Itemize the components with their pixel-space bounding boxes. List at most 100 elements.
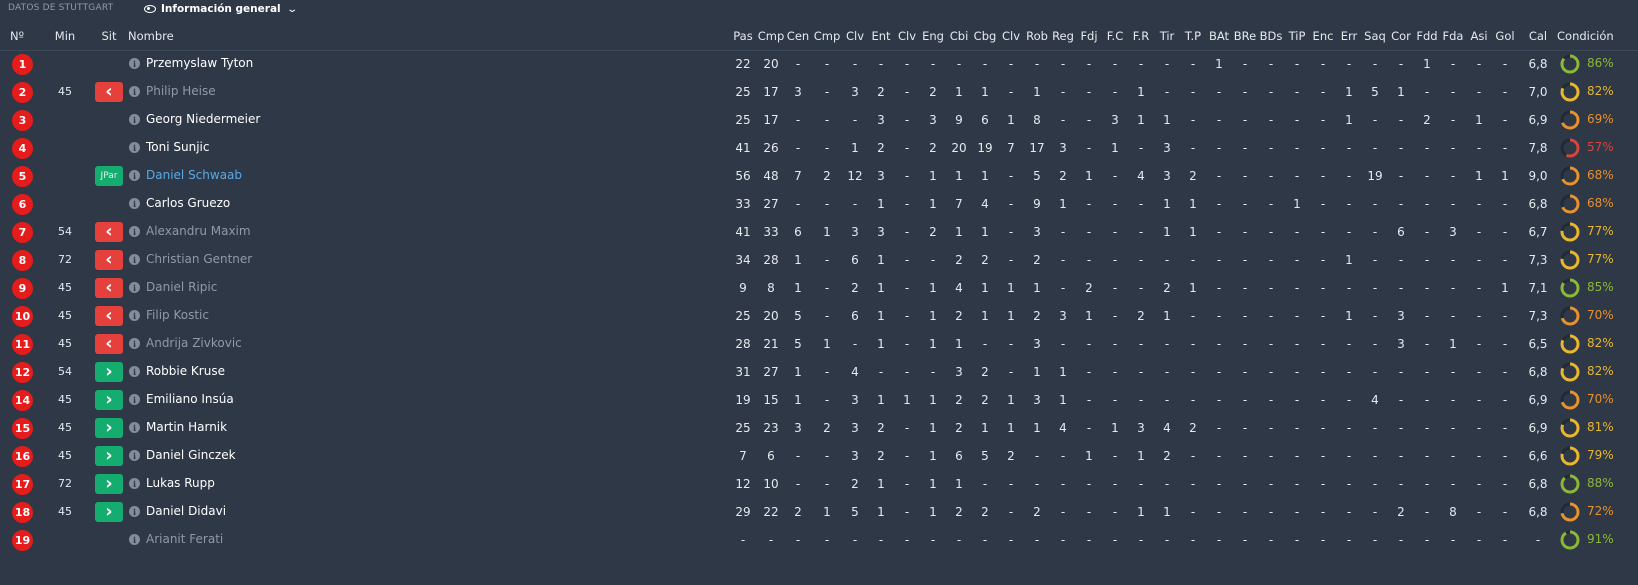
player-name[interactable]: Daniel Schwaab (146, 168, 242, 182)
column-header-stat[interactable]: BRe (1234, 29, 1256, 43)
column-header-stat[interactable]: Clv (898, 29, 916, 43)
table-row[interactable]: 4 i Toni Sunjic 41 26 - - 1 2 - 2 20 19 7 17 3 - 1 - 3 - - - - -… (0, 134, 1638, 162)
player-name[interactable]: Andrija Zivkovic (146, 336, 242, 350)
column-header-stat[interactable]: Fda (1443, 29, 1464, 43)
table-row[interactable]: 8 72 ‹ i Christian Gentner 34 28 1 - 6 1 - - 2 2 - 2 - - - -… (0, 246, 1638, 274)
table-row[interactable]: 6 i Carlos Gruezo 33 27 - - - 1 - 1 7 4 - 9 1 - - - 1 1 - - - 1 -… (0, 190, 1638, 218)
column-header-stat[interactable]: Tir (1160, 29, 1175, 43)
condition-percent: 82% (1587, 364, 1614, 378)
info-icon[interactable]: i (129, 450, 140, 461)
column-header-condition[interactable]: Condición (1557, 29, 1614, 43)
info-icon[interactable]: i (129, 366, 140, 377)
column-header-stat[interactable]: Cor (1391, 29, 1411, 43)
table-row[interactable]: 3 i Georg Niedermeier 25 17 - - - 3 - 3 9 6 1 8 - - 3 1 1 - -… (0, 106, 1638, 134)
condition-ring-icon (1560, 278, 1580, 298)
column-header-stat[interactable]: Fdj (1080, 29, 1097, 43)
table-row[interactable]: 17 72 › i Lukas Rupp 12 10 - - 2 1 - 1 1 - - - - - - - - - - - - -… (0, 470, 1638, 498)
player-name[interactable]: Daniel Ripic (146, 280, 217, 294)
info-icon[interactable]: i (129, 282, 140, 293)
column-header-stat[interactable]: BDs (1260, 29, 1283, 43)
player-name[interactable]: Georg Niedermeier (146, 112, 260, 126)
player-name[interactable]: Christian Gentner (146, 252, 252, 266)
table-row[interactable]: 15 45 › i Martin Harnik 25 23 3 2 3 2-1 2 1 1 1 4-1 3 4 2-… (0, 414, 1638, 442)
info-icon[interactable]: i (129, 142, 140, 153)
table-row[interactable]: 9 45 ‹ i Daniel Ripic 9 8 1 - 2 1 - 1 4 1 1 1 - 2 - - 2 1 - - - - -… (0, 274, 1638, 302)
table-row[interactable]: 12 54 › i Robbie Kruse 31 27 1 - 4 - - - 3 2 - 1 1 - - - - - - -… (0, 358, 1638, 386)
info-icon[interactable]: i (129, 394, 140, 405)
column-header-stat[interactable]: Pas (733, 29, 752, 43)
column-header-stat[interactable]: T.P (1185, 29, 1201, 43)
column-header-stat[interactable]: Cmp (758, 29, 785, 43)
table-row[interactable]: 16 45 › i Daniel Ginczek 7 6- -3 2-1 6 5 2- -1-1 2- - -… (0, 442, 1638, 470)
player-name[interactable]: Przemyslaw Tyton (146, 56, 253, 70)
table-row[interactable]: 10 45 ‹ i Filip Kostic 25 20 5 - 6 1 - 1 2 1 1 2 3 1 - 2 1 - - -… (0, 302, 1638, 330)
player-name[interactable]: Robbie Kruse (146, 364, 225, 378)
info-icon[interactable]: i (129, 198, 140, 209)
info-icon[interactable]: i (129, 170, 140, 181)
stat-cell: - (1242, 253, 1248, 267)
column-header-stat[interactable]: Cen (787, 29, 809, 43)
column-header-stat[interactable]: Err (1341, 29, 1358, 43)
column-header-name[interactable]: Nombre (128, 29, 174, 43)
info-icon[interactable]: i (129, 338, 140, 349)
table-row[interactable]: 2 45 ‹ i Philip Heise 25 17 3 - 3 2 - 2 1 1 - 1 - - - 1 - - - - -… (0, 78, 1638, 106)
table-row[interactable]: 19 i Arianit Ferati - - - - - - - - - - - - - - - - - - - - - - -… (0, 526, 1638, 554)
table-row[interactable]: 1 i Przemyslaw Tyton 22 20 - - - - - - - - - - - - - - - - 1 -… (0, 50, 1638, 78)
info-icon[interactable]: i (129, 534, 140, 545)
table-row[interactable]: 18 45 › i Daniel Didavi 29 22 2 1 5 1-1 2 2-2- - -1 1- -… (0, 498, 1638, 526)
stat-cell: - (1476, 477, 1482, 491)
column-header-stat[interactable]: Reg (1052, 29, 1074, 43)
stat-cell: 2 (955, 393, 963, 407)
info-icon[interactable]: i (129, 86, 140, 97)
column-header-stat[interactable]: Fdd (1416, 29, 1437, 43)
squad-number-badge: 8 (12, 250, 33, 271)
player-name[interactable]: Philip Heise (146, 84, 216, 98)
column-header-stat[interactable]: Saq (1364, 29, 1386, 43)
column-header-stat[interactable]: BAt (1209, 29, 1229, 43)
info-icon[interactable]: i (129, 506, 140, 517)
info-icon[interactable]: i (129, 478, 140, 489)
stat-cell: - (1164, 85, 1170, 99)
column-header-stat[interactable]: Cbg (974, 29, 997, 43)
player-name[interactable]: Martin Harnik (146, 420, 227, 434)
column-header-stat[interactable]: Ent (871, 29, 890, 43)
column-header-stat[interactable]: Cmp (814, 29, 841, 43)
column-header-stat[interactable]: F.C (1107, 29, 1123, 43)
table-row[interactable]: 11 45 ‹ i Andrija Zivkovic 28 21 5 1-1-1 1- -3- - - -… (0, 330, 1638, 358)
info-icon[interactable]: i (129, 310, 140, 321)
column-header-num[interactable]: Nº (10, 29, 24, 43)
player-name[interactable]: Arianit Ferati (146, 532, 223, 546)
player-name[interactable]: Daniel Didavi (146, 504, 226, 518)
column-header-stat[interactable]: Cal (1529, 29, 1547, 43)
info-icon[interactable]: i (129, 422, 140, 433)
player-name[interactable]: Alexandru Maxim (146, 224, 251, 238)
column-header-stat[interactable]: Clv (1002, 29, 1020, 43)
info-icon[interactable]: i (129, 226, 140, 237)
info-icon[interactable]: i (129, 114, 140, 125)
player-name[interactable]: Emiliano Insúa (146, 392, 234, 406)
player-name[interactable]: Lukas Rupp (146, 476, 215, 490)
player-name[interactable]: Toni Sunjic (146, 140, 209, 154)
stat-cell: - (1346, 225, 1352, 239)
info-icon[interactable]: i (129, 58, 140, 69)
column-header-stat[interactable]: Gol (1495, 29, 1514, 43)
column-header-stat[interactable]: TiP (1289, 29, 1306, 43)
column-header-stat[interactable]: Rob (1026, 29, 1048, 43)
player-name[interactable]: Carlos Gruezo (146, 196, 230, 210)
table-row[interactable]: 5 JPar i Daniel Schwaab 56 48 7 2 12 3-1 1 1-5 2 1-4 3… (0, 162, 1638, 190)
column-header-stat[interactable]: Clv (846, 29, 864, 43)
column-header-stat[interactable]: Asi (1470, 29, 1487, 43)
column-header-sit[interactable]: Sit (101, 29, 116, 43)
info-icon[interactable]: i (129, 254, 140, 265)
column-header-stat[interactable]: Cbi (950, 29, 969, 43)
stat-cell: 3 (1059, 141, 1067, 155)
table-row[interactable]: 14 45 › i Emiliano Insúa 19 15 1 - 3 1 1 1 2 2 1 3 1 - - - - -… (0, 386, 1638, 414)
column-header-stat[interactable]: Eng (922, 29, 944, 43)
column-header-min[interactable]: Min (55, 29, 75, 43)
column-header-stat[interactable]: F.R (1133, 29, 1149, 43)
table-row[interactable]: 7 54 ‹ i Alexandru Maxim 41 33 6 1 3 3-2 1 1-3- - - -1 1… (0, 218, 1638, 246)
view-dropdown[interactable]: Información general ⌄ (144, 1, 298, 17)
column-header-stat[interactable]: Enc (1313, 29, 1334, 43)
player-name[interactable]: Filip Kostic (146, 308, 209, 322)
player-name[interactable]: Daniel Ginczek (146, 448, 236, 462)
